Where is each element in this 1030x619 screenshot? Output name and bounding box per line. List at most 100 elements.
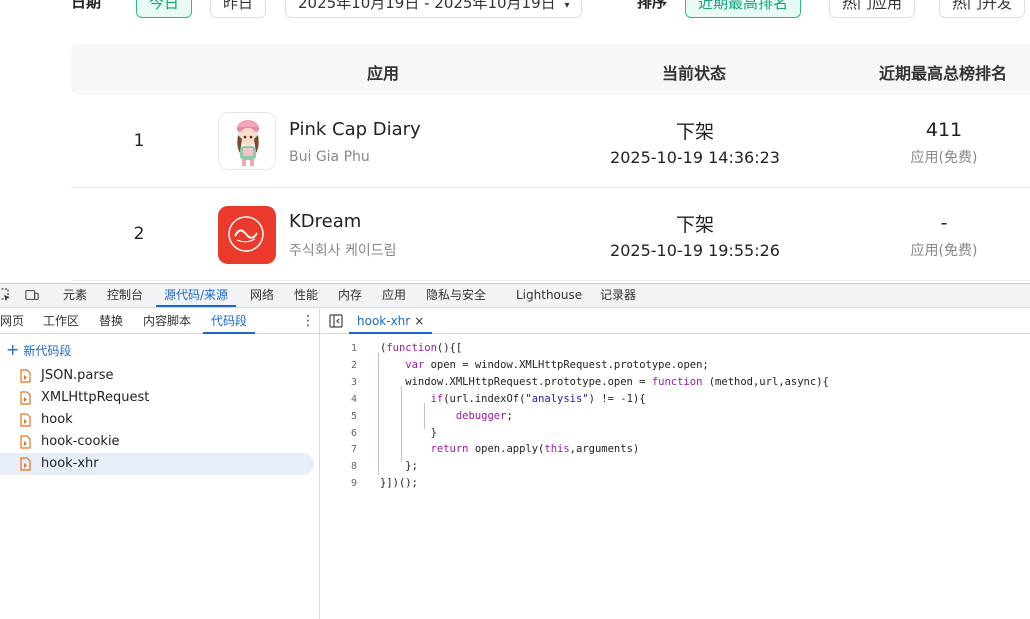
sort-recent-high-button[interactable]: 近期最高排名	[685, 0, 802, 18]
status-text: 下架	[675, 121, 714, 143]
snippet-name: hook	[41, 412, 73, 427]
tab-network[interactable]: 网络	[250, 287, 274, 307]
code-text: };	[380, 460, 418, 473]
pink-cap-girl-icon[interactable]	[218, 112, 276, 170]
app-name[interactable]: Pink Cap Diary	[289, 119, 421, 140]
code-text: window.XMLHttpRequest.prototype.open = f…	[380, 375, 829, 388]
snippet-item[interactable]: hook	[0, 409, 314, 431]
sort-hot-apps-button[interactable]: 热门应用	[829, 0, 916, 18]
editor-pane: hook-xhr × 1 (function(){[2 var open = win…	[321, 309, 1030, 619]
tab-recorder[interactable]: 记录器	[600, 287, 636, 307]
close-icon[interactable]: ×	[414, 314, 424, 328]
date-range-picker[interactable]: 2025年10月19日 - 2025年10月19日 ▾	[285, 0, 583, 18]
tab-privacy-security[interactable]: 隐私与安全	[426, 287, 486, 307]
status-time: 2025-10-19 19:55:26	[610, 241, 780, 260]
sort-label: 排序	[637, 0, 668, 11]
line-number: 6	[350, 427, 357, 439]
indent-guide	[378, 353, 379, 475]
app-status: 下架 2025-10-19 19:55:26	[591, 210, 799, 260]
navigator-tab-bar: 网页 工作区 替换 内容脚本 代码段 ⋮	[0, 309, 320, 334]
navigator-pane: 网页 工作区 替换 内容脚本 代码段 ⋮ + 新代码段 JSON.parse XML…	[0, 309, 320, 619]
row-index: 1	[133, 131, 145, 151]
tab-elements[interactable]: 元素	[63, 287, 87, 307]
app-developer: 주식회사 케이드림	[289, 243, 397, 259]
snippet-name: hook-xhr	[41, 456, 99, 471]
tab-console[interactable]: 控制台	[107, 287, 143, 307]
inspect-element-icon[interactable]	[0, 288, 11, 302]
snippet-item[interactable]: XMLHttpRequest	[0, 387, 314, 409]
toggle-navigator-icon[interactable]	[329, 314, 343, 328]
devtools-tab-bar: 元素 控制台 源代码/来源 网络 性能 内存 应用 隐私与安全 Lighthou…	[0, 284, 1030, 308]
filter-bar: 日期 今日 昨日 2025年10月19日 - 2025年10月19日 ▾ 排序 …	[0, 0, 1030, 20]
snippet-item[interactable]: hook-cookie	[0, 431, 314, 453]
rank-category: 应用(免费)	[910, 243, 978, 259]
snippet-item[interactable]: hook-xhr	[0, 453, 314, 475]
snippet-file-icon	[20, 369, 31, 383]
date-range-text: 2025年10月19日 - 2025年10月19日	[298, 0, 556, 12]
snippet-file-icon	[20, 391, 31, 405]
date-label: 日期	[71, 0, 102, 11]
snippet-file-icon	[20, 413, 31, 427]
snippet-file-icon	[20, 457, 31, 471]
open-file-tab[interactable]: hook-xhr ×	[349, 309, 433, 334]
tab-memory[interactable]: 内存	[338, 287, 362, 307]
app-developer: Bui Gia Phu	[289, 149, 370, 165]
rank-value: -	[940, 212, 948, 234]
table-header: 应用 当前状态 近期最高总榜排名	[71, 44, 1030, 95]
status-time: 2025-10-19 14:36:23	[610, 148, 780, 167]
tab-application[interactable]: 应用	[382, 287, 406, 307]
tab-lighthouse[interactable]: Lighthouse	[516, 287, 582, 307]
code-text: var open = window.XMLHttpRequest.prototy…	[405, 358, 709, 371]
device-toolbar-icon[interactable]	[25, 288, 39, 302]
file-tab-label: hook-xhr	[357, 314, 411, 328]
tab-sources[interactable]: 源代码/来源	[156, 287, 237, 307]
kdream-logo-icon[interactable]	[218, 206, 276, 264]
snippet-name: XMLHttpRequest	[41, 390, 150, 405]
header-rank: 近期最高总榜排名	[879, 64, 1008, 83]
line-number: 4	[350, 393, 357, 405]
code-text: return open.apply(this,arguments)	[430, 443, 640, 456]
code-text: }	[380, 426, 437, 439]
app-status: 下架 2025-10-19 14:36:23	[591, 117, 799, 167]
table-row[interactable]: 1 Pink Cap Diary Bui Gia Phu 下架 2025-10-…	[71, 95, 1030, 188]
subtab-overrides[interactable]: 替换	[99, 313, 123, 334]
row-index: 2	[133, 224, 145, 244]
subtab-content-scripts[interactable]: 内容脚本	[143, 313, 191, 334]
subtab-snippets[interactable]: 代码段	[203, 313, 256, 334]
chevron-down-icon: ▾	[564, 0, 570, 11]
subtab-workspace[interactable]: 工作区	[43, 313, 79, 334]
sort-hot-dev-button[interactable]: 热门开发	[939, 0, 1026, 18]
plus-icon: +	[6, 340, 20, 359]
code-text: if(url.indexOf("analysis") != -1){	[430, 392, 646, 405]
rank-cell: 411 应用(免费)	[893, 119, 995, 167]
line-number: 7	[350, 444, 357, 456]
tab-performance[interactable]: 性能	[294, 287, 318, 307]
status-text: 下架	[675, 214, 714, 236]
line-number: 1	[350, 343, 357, 354]
header-status: 当前状态	[662, 64, 727, 83]
line-number: 9	[350, 478, 357, 490]
today-button[interactable]: 今日	[136, 0, 193, 18]
code-text: }])();	[380, 477, 418, 490]
ranking-page: 日期 今日 昨日 2025年10月19日 - 2025年10月19日 ▾ 排序 …	[0, 0, 1030, 283]
code-text: (function(){[	[380, 342, 463, 354]
devtools-panel: 元素 控制台 源代码/来源 网络 性能 内存 应用 隐私与安全 Lighthou…	[0, 283, 1030, 619]
snippet-name: hook-cookie	[41, 434, 120, 449]
snippet-item[interactable]: JSON.parse	[0, 365, 314, 387]
app-name[interactable]: KDream	[289, 211, 361, 232]
yesterday-button[interactable]: 昨日	[210, 0, 267, 18]
rank-cell: - 应用(免费)	[893, 212, 995, 260]
code-text: debugger;	[455, 409, 513, 422]
line-number: 8	[350, 461, 357, 473]
more-options-icon[interactable]: ⋮	[301, 314, 315, 328]
snippet-file-icon	[20, 435, 31, 449]
line-number: 5	[350, 410, 357, 422]
rank-category: 应用(免费)	[910, 150, 978, 166]
rank-value: 411	[925, 119, 963, 141]
editor-tab-bar: hook-xhr ×	[321, 309, 1030, 334]
subtab-page[interactable]: 网页	[0, 313, 24, 334]
snippet-name: JSON.parse	[41, 368, 114, 383]
header-app: 应用	[367, 64, 400, 83]
table-row[interactable]: 2 KDream 주식회사 케이드림 下架 2025-10-19 19:55:2…	[71, 188, 1030, 281]
new-snippet-button[interactable]: + 新代码段	[6, 340, 71, 359]
